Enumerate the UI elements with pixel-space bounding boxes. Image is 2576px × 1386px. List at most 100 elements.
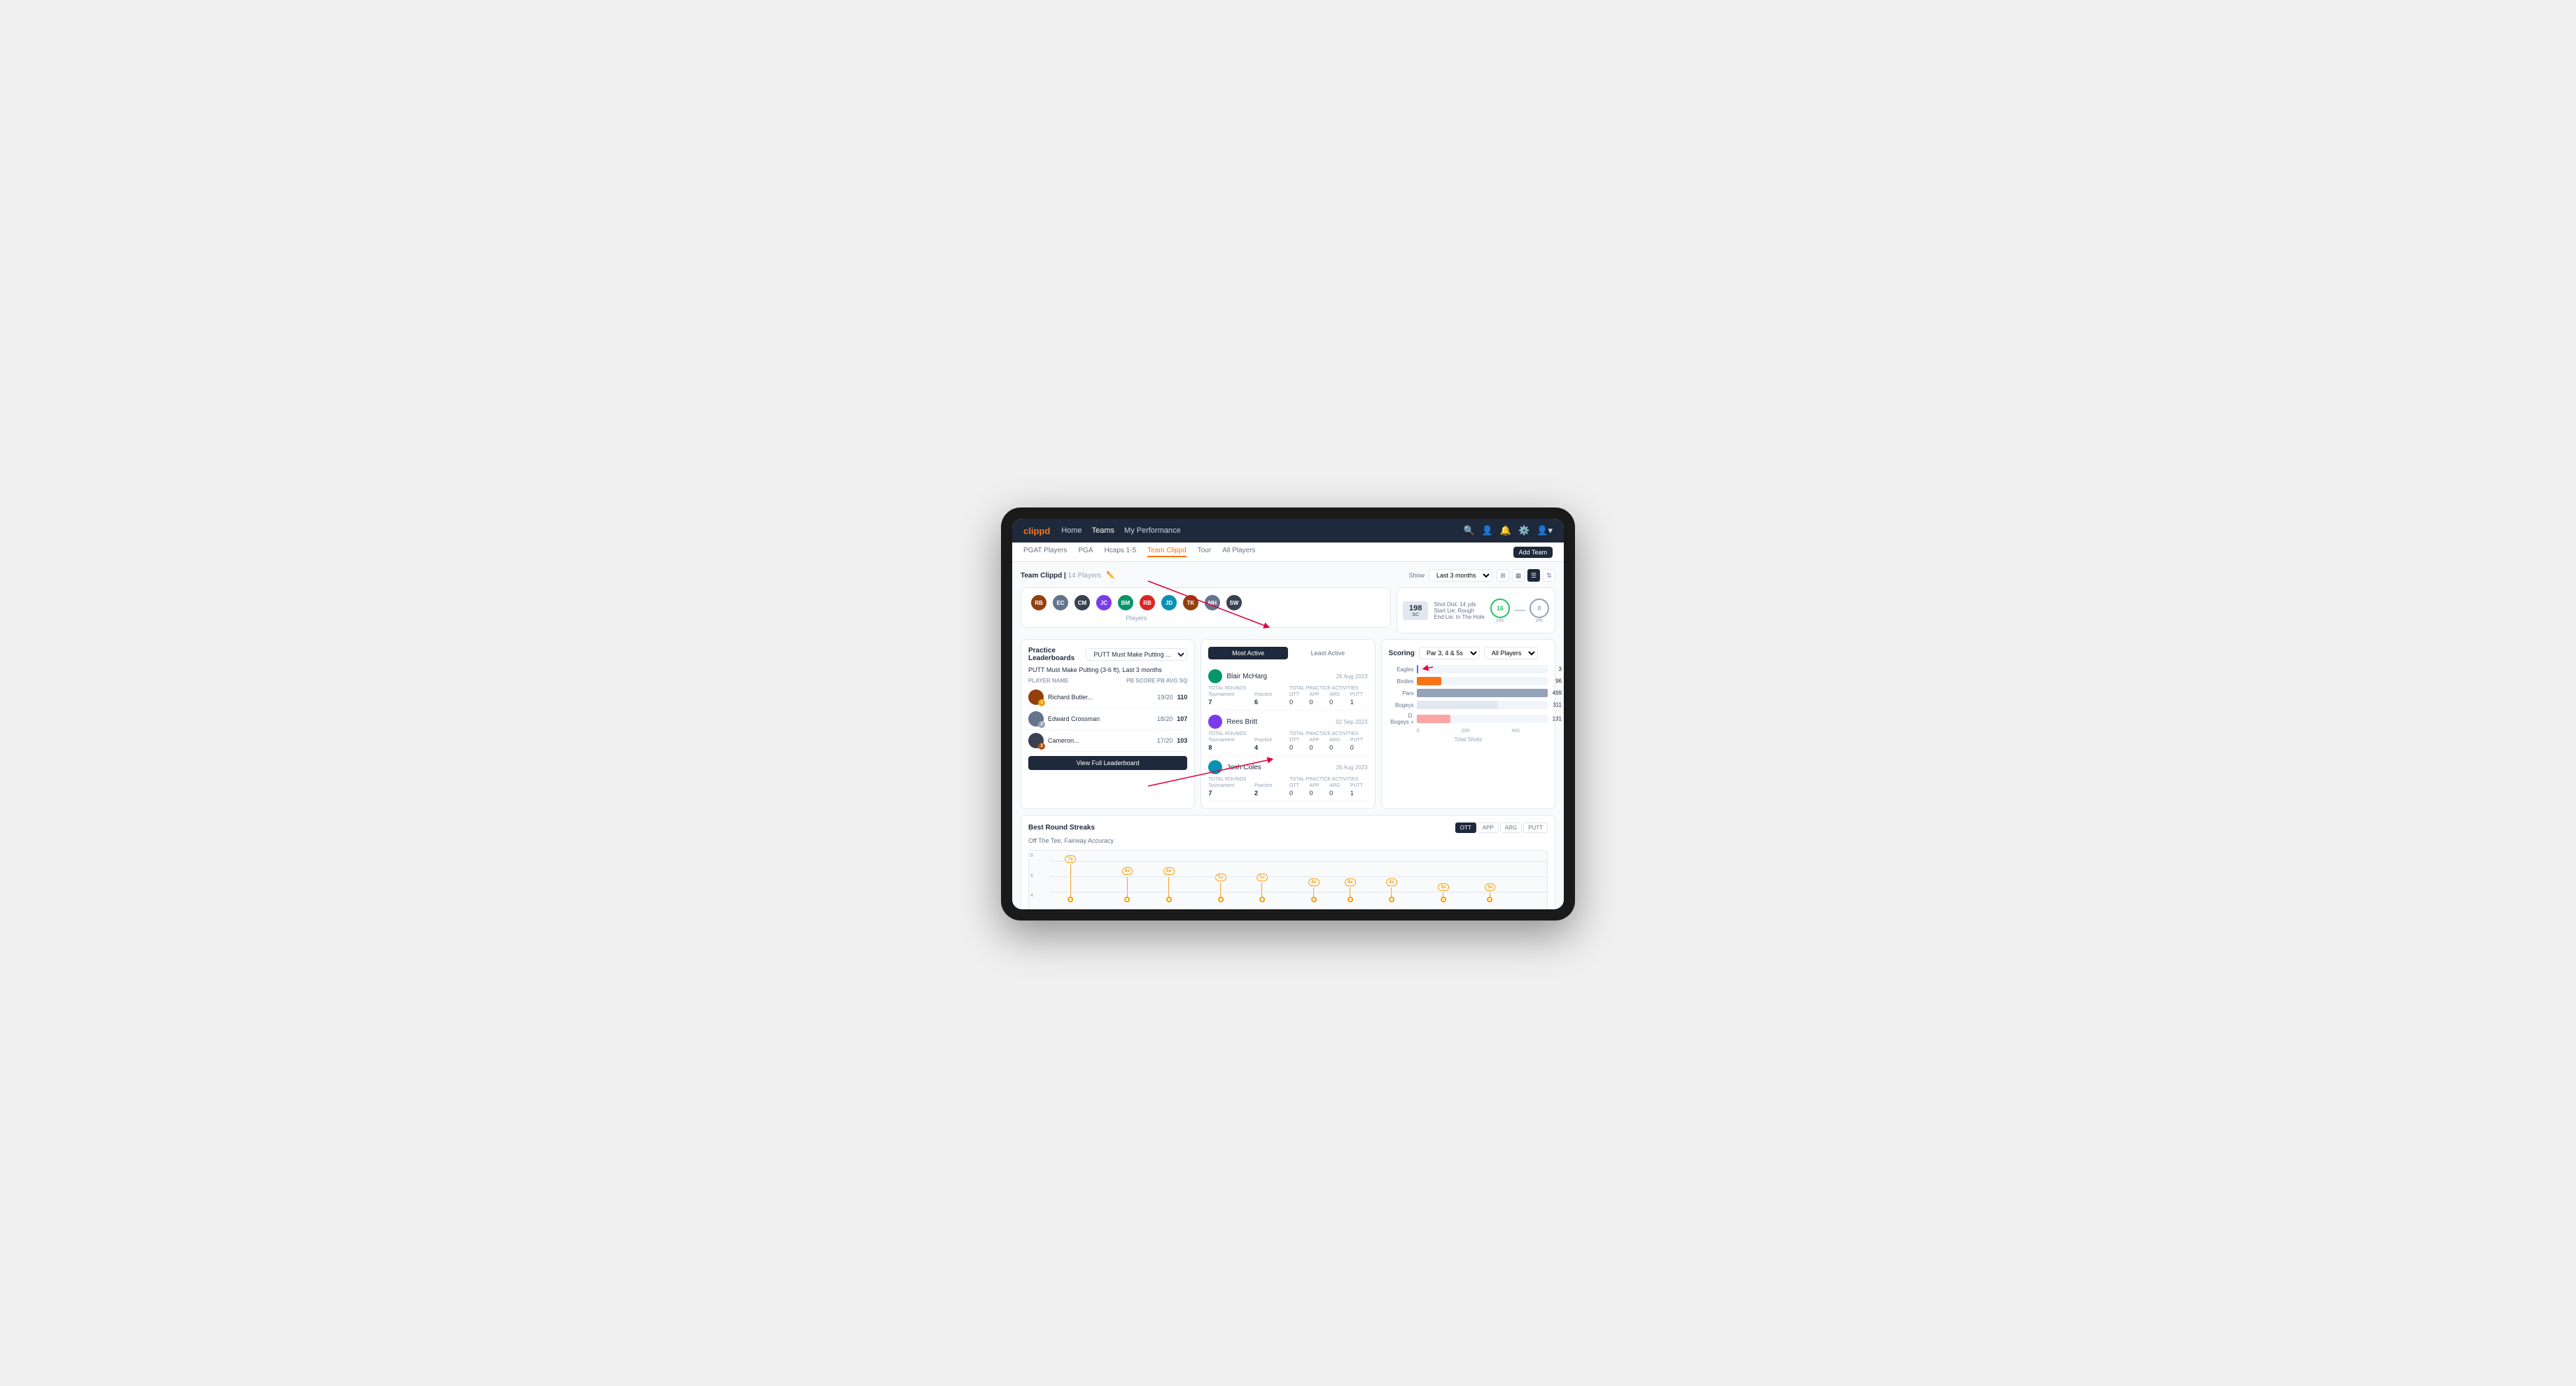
tournament-val-1: 7 [1208,699,1249,706]
players-avatars-row: RB EC CM JC BM RB JD TK MH SW [1030,594,1243,612]
scoring-filter-par[interactable]: Par 3, 4 & 5s [1419,647,1480,659]
nav-link-home[interactable]: Home [1061,526,1082,535]
bar-row-d.-bogeys-+: D. Bogeys + 131 [1389,713,1548,725]
practice-acts-vals-3: OTT APP ARG PUTT 0 0 0 1 [1289,783,1368,797]
shot-circle-1: 16 [1490,598,1510,618]
list-icon[interactable]: ☰ [1527,569,1540,582]
streak-dot-container: 5x [1215,874,1226,902]
streak-dot-container: 3x [1485,883,1496,902]
streaks-tab-arg[interactable]: ARG [1500,822,1522,833]
activity-player-2-header: Rees Britt 02 Sep 2023 [1208,715,1367,729]
tab-most-active[interactable]: Most Active [1208,647,1288,659]
filter-icon[interactable]: ⇅ [1543,569,1555,582]
scoring-card: Scoring Par 3, 4 & 5s All Players Eagles [1381,639,1555,809]
scoring-filter-players[interactable]: All Players [1484,647,1538,659]
avatar-6[interactable]: RB [1138,594,1156,612]
activity-stats-3: Total Rounds Tournament Practice 7 2 [1208,777,1367,797]
activity-avatar-3 [1208,760,1222,774]
activity-player-1: Blair McHarg 26 Aug 2023 Total Rounds To… [1208,665,1367,710]
sub-nav-pgat[interactable]: PGAT Players [1023,547,1067,557]
rounds-group-2: Total Rounds Tournament Practice 8 4 [1208,732,1287,751]
practice-label-1: Practice [1254,692,1287,697]
avatar-icon[interactable]: 👤▾ [1536,525,1553,536]
view-leaderboard-button[interactable]: View Full Leaderboard [1028,756,1187,770]
tablet-screen: clippd Home Teams My Performance 🔍 👤 🔔 ⚙… [1012,519,1564,909]
settings-icon[interactable]: ⚙️ [1518,525,1530,536]
search-icon[interactable]: 🔍 [1464,525,1475,536]
x-axis-label: Total Shots [1389,736,1548,743]
practice-acts-group-2: Total Practice Activities OTT APP ARG PU… [1289,732,1368,751]
avatar-3[interactable]: CM [1073,594,1091,612]
shot-info: Shot Dist: 14 yds Start Lie: Rough End L… [1434,601,1485,620]
grid-lg-icon[interactable]: ▦ [1512,569,1525,582]
avatar-4[interactable]: JC [1095,594,1113,612]
player-name-1: Richard Butler... [1048,694,1153,701]
avatar-10[interactable]: SW [1225,594,1243,612]
leaderboard-title: Practice Leaderboards [1028,647,1086,662]
rank-badge-1: 1 [1038,699,1045,706]
rank-badge-2: 2 [1038,721,1045,728]
leaderboard-header: Practice Leaderboards PUTT Must Make Put… [1028,647,1187,662]
player-avatar-wrapper-1: 1 [1028,690,1044,705]
avatar-9[interactable]: MH [1203,594,1222,612]
avatar-5[interactable]: BM [1116,594,1135,612]
practice-acts-vals-1: OTT APP ARG PUTT 0 0 0 1 [1289,692,1368,706]
nav-logo: clippd [1023,526,1050,536]
tablet-frame: clippd Home Teams My Performance 🔍 👤 🔔 ⚙… [1001,507,1575,920]
bar-row-bogeys: Bogeys 311 [1389,701,1548,709]
players-label: Players [1030,615,1243,622]
add-team-button[interactable]: Add Team [1513,547,1553,558]
sub-nav-team-clippd[interactable]: Team Clippd [1147,547,1186,557]
main-content: Team Clippd | 14 Players ✏️ Show Last 3 … [1012,562,1564,909]
activity-name-2: Rees Britt [1226,718,1331,726]
players-row: RB EC CM JC BM RB JD TK MH SW [1021,587,1391,628]
edit-icon[interactable]: ✏️ [1107,572,1115,580]
activity-name-1: Blair McHarg [1226,673,1331,680]
view-icons: ⊞ ▦ ☰ ⇅ [1497,569,1555,582]
streaks-tabs: OTT APP ARG PUTT [1455,822,1548,833]
streak-dot-container: 4x [1386,878,1397,902]
nav-link-performance[interactable]: My Performance [1124,526,1181,535]
col-avg: PB AVG SQ [1157,678,1188,684]
players-and-shot: RB EC CM JC BM RB JD TK MH SW [1021,587,1555,634]
shot-connector: — [1514,604,1525,617]
activity-avatar-1 [1208,669,1222,683]
grid-sm-icon[interactable]: ⊞ [1497,569,1509,582]
show-select[interactable]: Last 3 months [1429,569,1492,582]
streak-chart: 8 6 4 7x 6x 6x 5x 5x 4x 4x [1028,850,1548,909]
player-avatar-wrapper-3: 3 [1028,733,1044,748]
team-header: Team Clippd | 14 Players ✏️ Show Last 3 … [1021,569,1555,582]
avatar-8[interactable]: TK [1182,594,1200,612]
activity-player-3-header: Josh Coles 26 Aug 2023 [1208,760,1367,774]
sub-nav-hcaps[interactable]: Hcaps 1-5 [1105,547,1137,557]
streaks-tab-putt[interactable]: PUTT [1523,822,1548,833]
player-name-3: Cameron... [1048,737,1153,744]
practice-val-1: 6 [1254,699,1287,706]
practice-acts-vals-2: OTT APP ARG PUTT 0 0 0 0 [1289,738,1368,751]
streaks-tab-app[interactable]: APP [1478,822,1499,833]
bar-chart-footer: 0 200 400 [1389,729,1548,734]
nav-link-teams[interactable]: Teams [1092,526,1114,535]
streaks-subtitle: Off The Tee, Fairway Accuracy [1028,837,1548,844]
streaks-tab-ott[interactable]: OTT [1455,822,1476,833]
avatar-7[interactable]: JD [1160,594,1178,612]
avatar-1[interactable]: RB [1030,594,1048,612]
drill-select[interactable]: PUTT Must Make Putting ... [1086,648,1187,661]
rounds-group-1: Total Rounds Tournament Practice 7 6 [1208,686,1287,706]
sub-nav: PGAT Players PGA Hcaps 1-5 Team Clippd T… [1012,542,1564,562]
rounds-group-3: Total Rounds Tournament Practice 7 2 [1208,777,1287,797]
player-avg-1: 110 [1177,694,1188,701]
activity-date-1: 26 Aug 2023 [1336,673,1368,680]
streak-dot-container: 4x [1345,878,1356,902]
sub-nav-all-players[interactable]: All Players [1222,547,1255,557]
practice-leaderboard-card: Practice Leaderboards PUTT Must Make Put… [1021,639,1195,809]
avatar-2[interactable]: EC [1051,594,1070,612]
player-avatar-wrapper-2: 2 [1028,711,1044,727]
sub-nav-tour[interactable]: Tour [1198,547,1211,557]
tab-least-active[interactable]: Least Active [1288,647,1368,659]
users-icon[interactable]: 👤 [1482,525,1493,536]
shot-badge: 198 SC [1403,601,1428,620]
player-name-2: Edward Crossman [1048,715,1153,722]
bell-icon[interactable]: 🔔 [1500,525,1511,536]
sub-nav-pga[interactable]: PGA [1078,547,1093,557]
